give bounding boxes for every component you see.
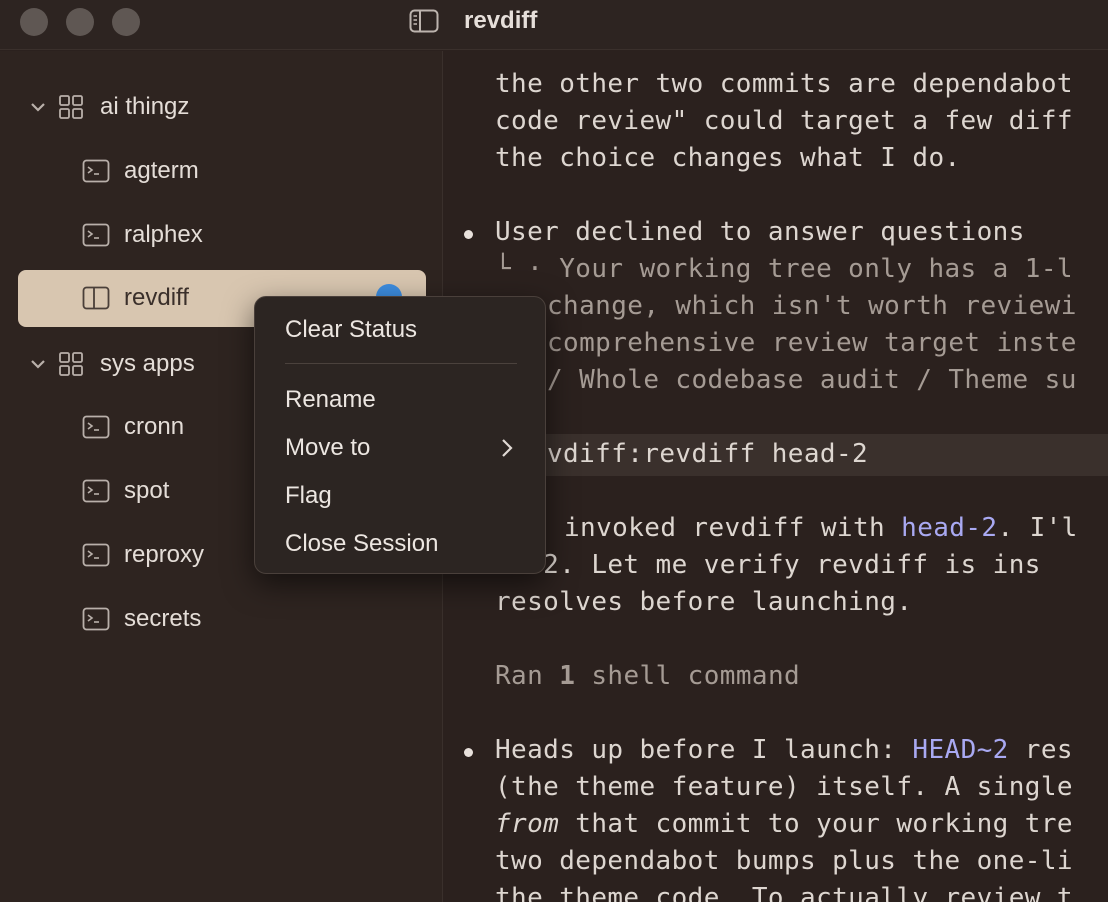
sidebar-toggle-icon[interactable]	[409, 9, 439, 33]
menu-item-move-to[interactable]: Move to	[285, 434, 370, 462]
sidebar-item-agterm[interactable]: agterm	[18, 143, 426, 199]
output-line: from that commit to your working tre	[495, 809, 1073, 839]
output-line: Ran 1 shell command	[495, 661, 801, 691]
close-window-button[interactable]	[20, 8, 48, 36]
output-line: two dependabot bumps plus the one-li	[495, 846, 1073, 876]
context-menu: Clear Status Rename Move to Flag Close S…	[254, 296, 546, 574]
terminal-icon	[82, 223, 110, 247]
sidebar-item-label: secrets	[124, 605, 202, 632]
output-line: code review" could target a few diff	[495, 106, 1073, 136]
terminal-icon	[82, 415, 110, 439]
sidebar-item-label: revdiff	[124, 284, 189, 311]
output-line: (the theme feature) itself. A single	[495, 772, 1073, 802]
sidebar-item-label: agterm	[124, 157, 199, 184]
chevron-down-icon[interactable]	[28, 97, 48, 117]
menu-item-rename[interactable]: Rename	[285, 386, 376, 414]
sidebar-item-secrets[interactable]: secrets	[18, 591, 426, 647]
terminal-icon	[82, 607, 110, 631]
output-line: change, which isn't worth reviewi	[547, 291, 1077, 321]
bullet-icon	[464, 748, 473, 757]
split-pane-icon	[82, 286, 110, 310]
menu-item-close-session[interactable]: Close Session	[285, 530, 438, 558]
output-line: invoked revdiff with head-2. I'l	[564, 513, 1078, 543]
title-bar: revdiff	[0, 0, 1108, 50]
command-line: vdiff:revdiff head-2	[547, 439, 869, 469]
menu-item-clear-status[interactable]: Clear Status	[285, 316, 417, 344]
output-line: AD~2. Let me verify revdiff is ins	[495, 550, 1041, 580]
output-line: / Whole codebase audit / Theme su	[547, 365, 1077, 395]
grid-icon	[59, 95, 83, 119]
menu-item-flag[interactable]: Flag	[285, 482, 332, 510]
chevron-down-icon[interactable]	[28, 354, 48, 374]
output-line: the theme code. To actually review t	[495, 883, 1073, 902]
output-line: Heads up before I launch: HEAD~2 res	[495, 735, 1073, 765]
sidebar-group-label: sys apps	[100, 350, 195, 377]
window-title: revdiff	[464, 7, 538, 34]
terminal-icon	[82, 479, 110, 503]
zoom-window-button[interactable]	[112, 8, 140, 36]
sidebar-item-label: spot	[124, 477, 170, 504]
menu-separator	[285, 363, 517, 364]
sidebar-item-label: ralphex	[124, 221, 203, 248]
output-line: └ · Your working tree only has a 1-l	[495, 254, 1073, 284]
output-line: User declined to answer questions	[495, 217, 1025, 247]
sidebar-item-label: reproxy	[124, 541, 205, 568]
output-line: the other two commits are dependabot	[495, 69, 1073, 99]
terminal-icon	[82, 159, 110, 183]
sidebar-group-label: ai thingz	[100, 93, 190, 120]
bullet-icon	[464, 230, 473, 239]
grid-icon	[59, 352, 83, 376]
output-line: the choice changes what I do.	[495, 143, 961, 173]
sidebar-item-ralphex[interactable]: ralphex	[18, 207, 426, 263]
chevron-right-icon	[502, 439, 513, 457]
output-line: resolves before launching.	[495, 587, 913, 617]
sidebar-item-label: cronn	[124, 413, 185, 440]
output-line: comprehensive review target inste	[547, 328, 1077, 358]
minimize-window-button[interactable]	[66, 8, 94, 36]
sidebar-group-ai-thingz[interactable]: ai thingz	[18, 79, 426, 135]
terminal-icon	[82, 543, 110, 567]
